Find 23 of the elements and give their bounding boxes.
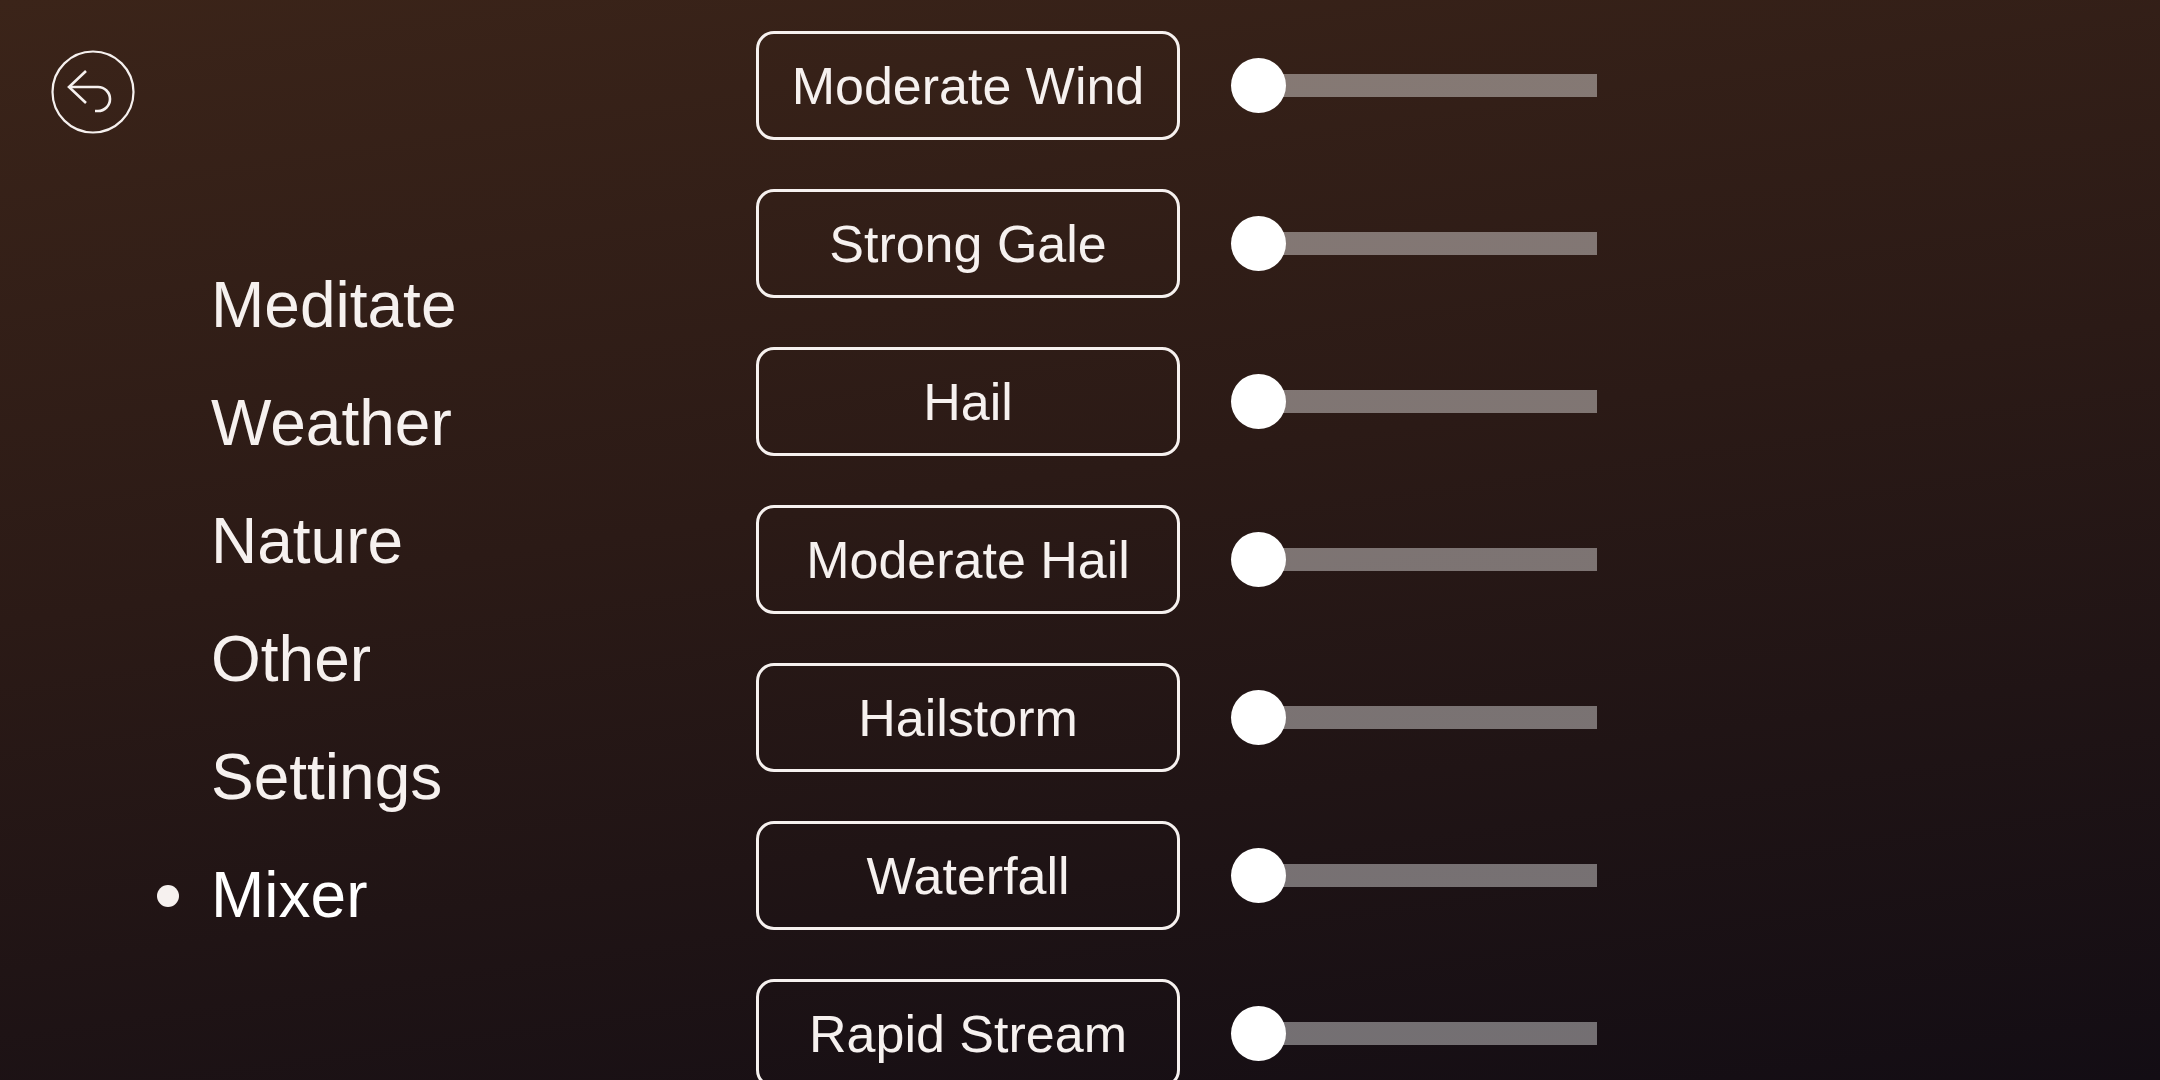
menu-item[interactable]: Settings bbox=[211, 741, 443, 815]
sound-button[interactable]: Waterfall bbox=[756, 821, 1180, 930]
sound-button[interactable]: Rapid Stream bbox=[756, 979, 1180, 1080]
menu-item[interactable]: Meditate bbox=[211, 269, 457, 343]
sound-button[interactable]: Hail bbox=[756, 347, 1180, 456]
menu-item[interactable]: Nature bbox=[211, 505, 404, 579]
sound-button[interactable]: Moderate Hail bbox=[756, 505, 1180, 614]
slider-thumb[interactable] bbox=[1231, 532, 1286, 587]
menu-item[interactable]: Weather bbox=[211, 387, 452, 461]
menu-item[interactable]: Other bbox=[211, 623, 372, 697]
bullet-icon bbox=[157, 885, 179, 907]
sound-button[interactable]: Moderate Wind bbox=[756, 31, 1180, 140]
back-button[interactable] bbox=[51, 50, 135, 134]
slider-thumb[interactable] bbox=[1231, 58, 1286, 113]
back-icon bbox=[51, 50, 135, 134]
slider-thumb[interactable] bbox=[1231, 1006, 1286, 1061]
menu-item[interactable]: Mixer bbox=[211, 859, 368, 933]
slider-thumb[interactable] bbox=[1231, 216, 1286, 271]
sound-button[interactable]: Strong Gale bbox=[756, 189, 1180, 298]
slider-thumb[interactable] bbox=[1231, 690, 1286, 745]
slider-thumb[interactable] bbox=[1231, 374, 1286, 429]
sound-button[interactable]: Hailstorm bbox=[756, 663, 1180, 772]
slider-thumb[interactable] bbox=[1231, 848, 1286, 903]
